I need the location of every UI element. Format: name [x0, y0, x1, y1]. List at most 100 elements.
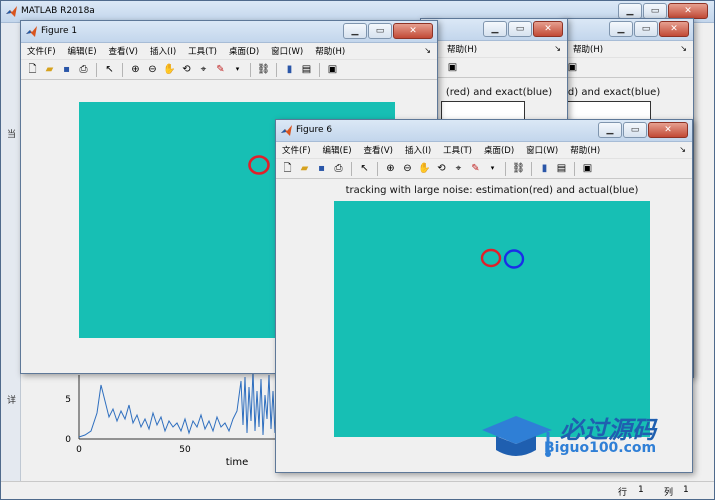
hide-tools-icon[interactable]: ▣ [445, 60, 460, 75]
zoom-out-icon[interactable]: ⊖ [400, 161, 415, 176]
background-plot-svg: 5 0 0 50 time [65, 370, 279, 468]
back-right-menu-help[interactable]: 帮助(H) [573, 43, 603, 55]
menu-expand-icon[interactable]: ↘ [554, 44, 561, 53]
minimize-icon: ▁ [351, 26, 359, 36]
figure-6-titlebar[interactable]: Figure 6 ▁ ▭ ✕ [276, 120, 692, 142]
close-icon: ✕ [684, 6, 692, 16]
back-middle-menu-help[interactable]: 帮助(H) [447, 43, 477, 55]
minimize-button[interactable]: ▁ [618, 3, 642, 19]
back-right-minimize-button[interactable]: ▁ [609, 21, 633, 37]
figure-1-toolbar: 🗋 ▰ ▪ ⎙ ↖ ⊕ ⊖ ✋ ⟲ ⌖ ✎ ▾ ⛓ ▮ ▤ ▣ [21, 60, 437, 80]
menu-help[interactable]: 帮助(H) [570, 144, 600, 156]
colorbar-icon[interactable]: ▮ [537, 161, 552, 176]
save-icon[interactable]: ▪ [314, 161, 329, 176]
menu-window[interactable]: 窗口(W) [526, 144, 558, 156]
x-axis-label: time [226, 457, 249, 468]
figure-6-maximize-button[interactable]: ▭ [623, 122, 647, 138]
menu-expand-icon[interactable]: ↘ [424, 46, 431, 55]
menu-insert[interactable]: 插入(I) [405, 144, 431, 156]
back-middle-plot-title: (red) and exact(blue) [445, 87, 553, 98]
menu-tools[interactable]: 工具(T) [188, 45, 217, 57]
menu-expand-icon[interactable]: ↘ [679, 145, 686, 154]
hide-tools-icon[interactable]: ▣ [580, 161, 595, 176]
open-icon[interactable]: ▰ [42, 62, 57, 77]
back-middle-minimize-button[interactable]: ▁ [483, 21, 507, 37]
maximize-icon: ▭ [375, 26, 385, 36]
datatip-icon[interactable]: ⌖ [196, 62, 211, 77]
series-line [78, 370, 278, 438]
save-icon[interactable]: ▪ [59, 62, 74, 77]
pointer-icon[interactable]: ↖ [357, 161, 372, 176]
close-icon: ✕ [409, 26, 417, 36]
figure-1-titlebar[interactable]: Figure 1 ▁ ▭ ✕ [21, 21, 437, 43]
minimize-icon: ▁ [617, 24, 625, 34]
menu-insert[interactable]: 插入(I) [150, 45, 176, 57]
matlab-icon [6, 6, 17, 17]
pan-icon[interactable]: ✋ [417, 161, 432, 176]
estimate-marker [248, 155, 270, 175]
legend-icon[interactable]: ▤ [299, 62, 314, 77]
back-right-close-button[interactable]: ✕ [659, 21, 689, 37]
legend-icon[interactable]: ▤ [554, 161, 569, 176]
back-right-maximize-button[interactable]: ▭ [634, 21, 658, 37]
figure-6-axes[interactable] [334, 201, 650, 437]
back-middle-close-button[interactable]: ✕ [533, 21, 563, 37]
figure-1-close-button[interactable]: ✕ [393, 23, 433, 39]
zoom-in-icon[interactable]: ⊕ [128, 62, 143, 77]
rotate-icon[interactable]: ⟲ [434, 161, 449, 176]
link-icon[interactable]: ⛓ [511, 161, 526, 176]
brush-dropdown-icon[interactable]: ▾ [485, 161, 500, 176]
maximize-icon: ▭ [650, 6, 660, 16]
colorbar-icon[interactable]: ▮ [282, 62, 297, 77]
maximize-icon: ▭ [641, 24, 651, 34]
menu-desktop[interactable]: 桌面(D) [229, 45, 259, 57]
open-icon[interactable]: ▰ [297, 161, 312, 176]
figure-6-plot-title: tracking with large noise: estimation(re… [345, 185, 639, 196]
figure-1-maximize-button[interactable]: ▭ [368, 23, 392, 39]
print-icon[interactable]: ⎙ [331, 161, 346, 176]
menu-view[interactable]: 查看(V) [364, 144, 393, 156]
menu-expand-icon[interactable]: ↘ [680, 44, 687, 53]
maximize-icon: ▭ [515, 24, 525, 34]
close-icon: ✕ [544, 24, 552, 34]
figure-6-toolbar: 🗋 ▰ ▪ ⎙ ↖ ⊕ ⊖ ✋ ⟲ ⌖ ✎ ▾ ⛓ ▮ ▤ ▣ [276, 159, 692, 179]
maximize-icon: ▭ [630, 125, 640, 135]
status-bar: 行 1 列 1 [1, 481, 714, 499]
menu-edit[interactable]: 编辑(E) [323, 144, 352, 156]
link-icon[interactable]: ⛓ [256, 62, 271, 77]
maximize-button[interactable]: ▭ [643, 3, 667, 19]
brush-icon[interactable]: ✎ [468, 161, 483, 176]
menu-file[interactable]: 文件(F) [27, 45, 56, 57]
rotate-icon[interactable]: ⟲ [179, 62, 194, 77]
figure-6-minimize-button[interactable]: ▁ [598, 122, 622, 138]
hide-tools-icon[interactable]: ▣ [325, 62, 340, 77]
menu-desktop[interactable]: 桌面(D) [484, 144, 514, 156]
datatip-icon[interactable]: ⌖ [451, 161, 466, 176]
brush-icon[interactable]: ✎ [213, 62, 228, 77]
figure-6-close-button[interactable]: ✕ [648, 122, 688, 138]
figure-1-menubar: 文件(F) 编辑(E) 查看(V) 插入(I) 工具(T) 桌面(D) 窗口(W… [21, 43, 437, 60]
menu-tools[interactable]: 工具(T) [443, 144, 472, 156]
zoom-in-icon[interactable]: ⊕ [383, 161, 398, 176]
estimate-marker [480, 248, 502, 268]
new-icon[interactable]: 🗋 [280, 161, 295, 176]
menu-edit[interactable]: 编辑(E) [68, 45, 97, 57]
figure-1-minimize-button[interactable]: ▁ [343, 23, 367, 39]
new-icon[interactable]: 🗋 [25, 62, 40, 77]
back-middle-maximize-button[interactable]: ▭ [508, 21, 532, 37]
y-tick-0: 0 [65, 435, 71, 445]
brush-dropdown-icon[interactable]: ▾ [230, 62, 245, 77]
menu-help[interactable]: 帮助(H) [315, 45, 345, 57]
pan-icon[interactable]: ✋ [162, 62, 177, 77]
menu-view[interactable]: 查看(V) [109, 45, 138, 57]
back-middle-titlebar[interactable]: ▁ ▭ ✕ [421, 19, 567, 41]
close-button[interactable]: ✕ [668, 3, 708, 19]
back-right-titlebar[interactable]: ▁ ▭ ✕ [561, 19, 693, 41]
zoom-out-icon[interactable]: ⊖ [145, 62, 160, 77]
print-icon[interactable]: ⎙ [76, 62, 91, 77]
menu-window[interactable]: 窗口(W) [271, 45, 303, 57]
back-right-plot-title: ed) and exact(blue) [561, 87, 661, 98]
menu-file[interactable]: 文件(F) [282, 144, 311, 156]
pointer-icon[interactable]: ↖ [102, 62, 117, 77]
minimize-icon: ▁ [491, 24, 499, 34]
